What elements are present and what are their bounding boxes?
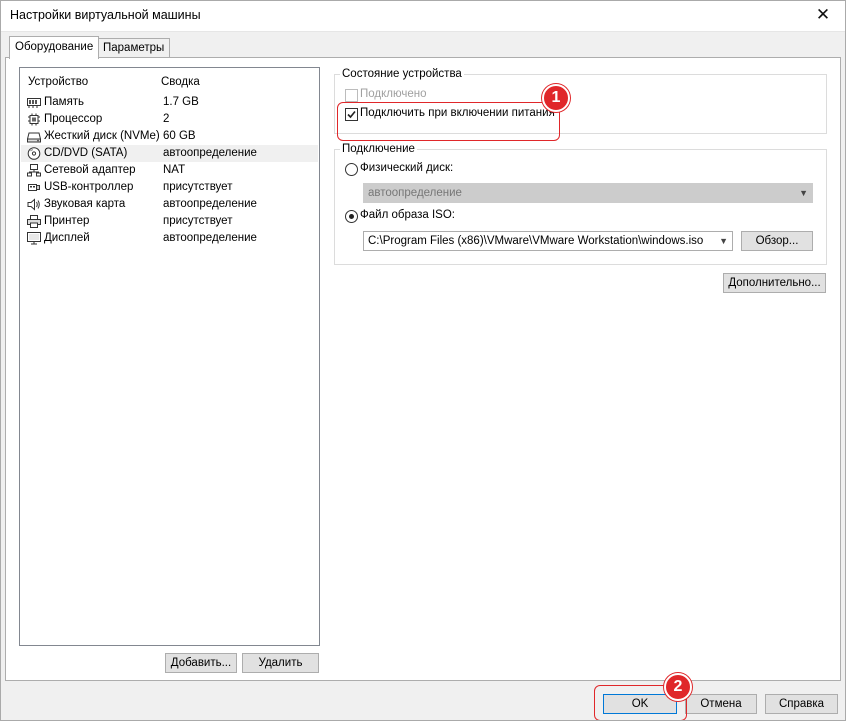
physical-disk-radio[interactable] (345, 163, 358, 176)
device-summary: 2 (163, 113, 170, 125)
annotation-badge-1: 1 (542, 84, 570, 112)
column-header-summary[interactable]: Сводка (161, 76, 200, 88)
device-name: Звуковая карта (44, 198, 126, 210)
device-row-network-adapter[interactable]: Сетевой адаптер NAT (21, 162, 318, 179)
help-button[interactable]: Справка (765, 694, 838, 714)
physical-disk-select[interactable]: автоопределение ▼ (363, 183, 813, 203)
device-row-cd-dvd[interactable]: CD/DVD (SATA) автоопределение (21, 145, 318, 162)
device-name: USB-контроллер (44, 181, 134, 193)
window-title: Настройки виртуальной машины (10, 8, 201, 22)
physical-disk-value: автоопределение (368, 187, 462, 199)
device-name: Сетевой адаптер (44, 164, 136, 176)
device-row-hard-disk[interactable]: Жесткий диск (NVMe) 60 GB (21, 128, 318, 145)
device-summary: 1.7 GB (163, 96, 199, 108)
iso-path-value: C:\Program Files (x86)\VMware\VMware Wor… (368, 235, 704, 247)
iso-path-combobox[interactable]: C:\Program Files (x86)\VMware\VMware Wor… (363, 231, 733, 251)
column-header-device[interactable]: Устройство (28, 76, 88, 88)
memory-icon (27, 98, 41, 108)
sound-card-icon (27, 198, 40, 211)
device-name: Принтер (44, 215, 90, 227)
device-list-header: Устройство Сводка (28, 76, 313, 90)
tab-hardware[interactable]: Оборудование (9, 36, 100, 59)
printer-icon (27, 215, 41, 228)
device-summary: автоопределение (163, 198, 257, 210)
close-icon[interactable]: ✕ (800, 0, 846, 31)
connected-label: Подключено (360, 88, 427, 100)
device-row-sound-card[interactable]: Звуковая карта автоопределение (21, 196, 318, 213)
remove-device-button[interactable]: Удалить (242, 653, 319, 673)
device-name: Процессор (44, 113, 103, 125)
usb-icon (28, 184, 40, 191)
device-row-memory[interactable]: Память 1.7 GB (21, 94, 318, 111)
iso-image-label[interactable]: Файл образа ISO: (360, 209, 455, 221)
connected-checkbox[interactable] (345, 89, 358, 102)
chevron-down-icon: ▼ (799, 188, 808, 198)
device-row-processor[interactable]: Процессор 2 (21, 111, 318, 128)
device-row-usb-controller[interactable]: USB-контроллер присутствует (21, 179, 318, 196)
advanced-button[interactable]: Дополнительно... (723, 273, 826, 293)
device-summary: 60 GB (163, 130, 196, 142)
annotation-badge-2: 2 (664, 673, 692, 701)
device-status-label: Состояние устройства (340, 68, 464, 80)
device-summary: автоопределение (163, 232, 257, 244)
title-bar: Настройки виртуальной машины ✕ (0, 0, 846, 32)
device-name: Жесткий диск (NVMe) (44, 130, 160, 142)
network-adapter-icon (27, 164, 41, 177)
annotation-highlight-1 (337, 102, 560, 141)
device-summary: присутствует (163, 215, 233, 227)
hard-disk-icon (27, 132, 41, 143)
physical-disk-label[interactable]: Физический диск: (360, 162, 453, 174)
device-row-printer[interactable]: Принтер присутствует (21, 213, 318, 230)
cancel-button[interactable]: Отмена (685, 694, 757, 714)
add-device-button[interactable]: Добавить... (165, 653, 237, 673)
iso-image-radio[interactable] (345, 210, 358, 223)
processor-icon (28, 113, 40, 126)
browse-button[interactable]: Обзор... (741, 231, 813, 251)
chevron-down-icon[interactable]: ▼ (719, 232, 728, 250)
device-name: Память (44, 96, 85, 108)
display-icon (27, 232, 41, 245)
tab-options[interactable]: Параметры (97, 38, 171, 58)
device-summary: NAT (163, 164, 186, 176)
cd-dvd-icon (27, 147, 41, 160)
device-list[interactable]: Устройство Сводка Память 1.7 GB Процессо… (19, 67, 320, 646)
device-name: CD/DVD (SATA) (44, 147, 128, 159)
device-row-display[interactable]: Дисплей автоопределение (21, 230, 318, 247)
device-summary: присутствует (163, 181, 233, 193)
connection-label: Подключение (340, 143, 417, 155)
device-name: Дисплей (44, 232, 90, 244)
device-summary: автоопределение (163, 147, 257, 159)
